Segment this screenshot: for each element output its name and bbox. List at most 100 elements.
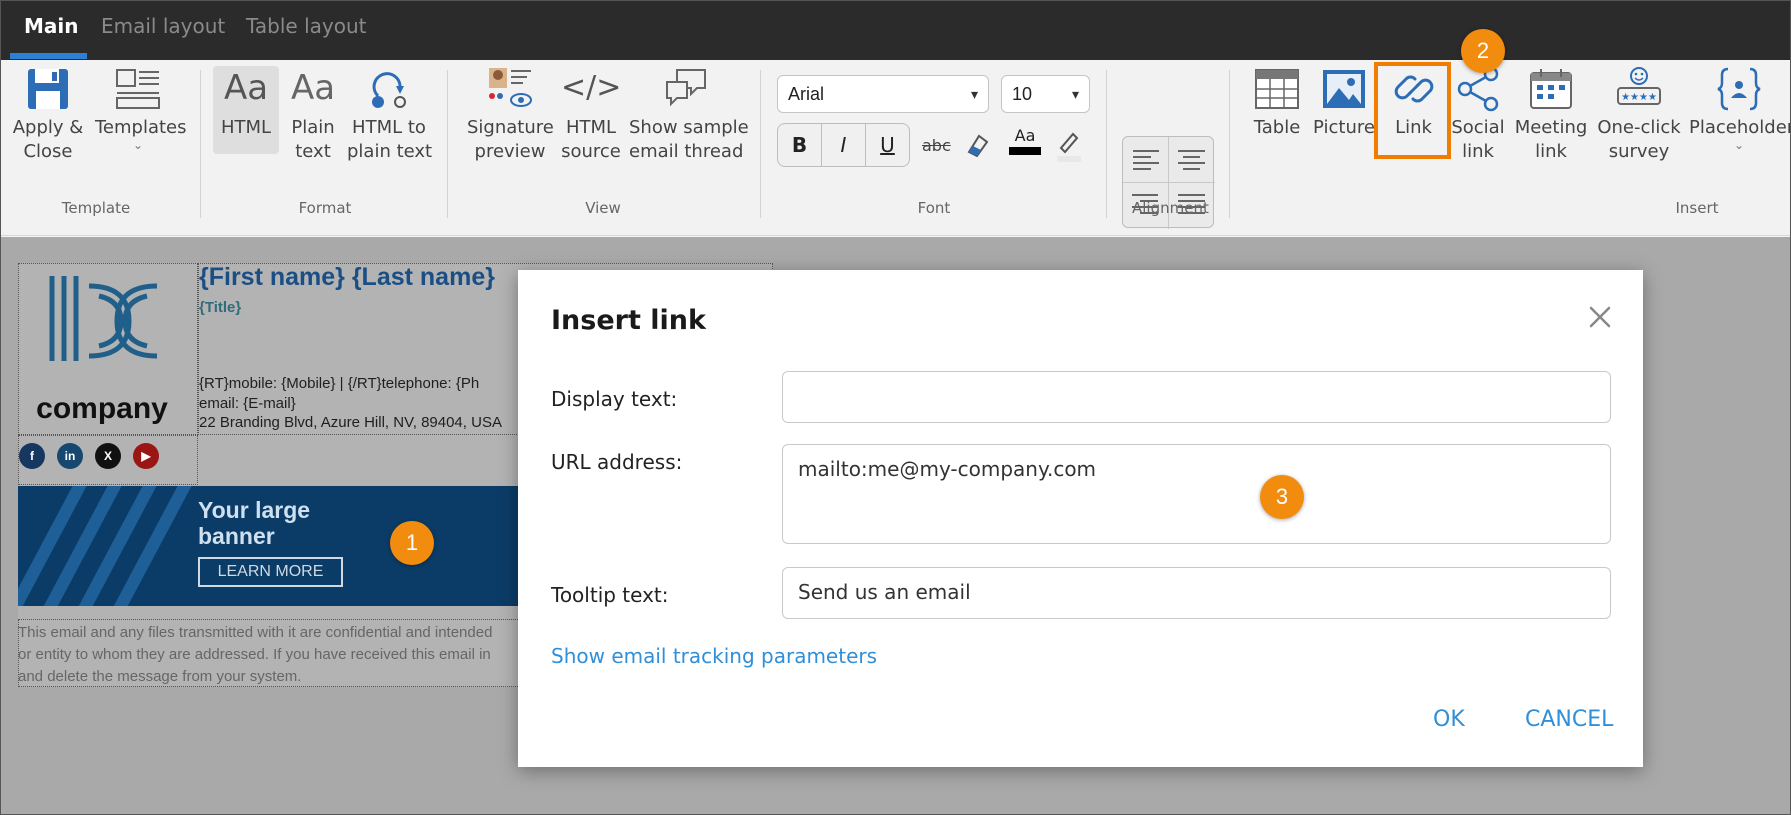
align-center-icon[interactable] bbox=[1169, 137, 1214, 182]
apply-close-button[interactable]: Apply & Close bbox=[9, 66, 87, 164]
insert-meeting-link-label: Meeting link bbox=[1514, 117, 1588, 162]
youtube-icon: ▶ bbox=[133, 443, 159, 469]
font-color-icon: Aa bbox=[1014, 126, 1036, 145]
share-icon bbox=[1457, 66, 1499, 112]
bold-button[interactable]: B bbox=[777, 123, 822, 167]
insert-table-button[interactable]: Table bbox=[1249, 66, 1305, 140]
banner-learn-more-button: LEARN MORE bbox=[198, 557, 343, 587]
tab-main[interactable]: Main bbox=[24, 14, 79, 38]
signature-address-line: 22 Branding Blvd, Azure Hill, NV, 89404,… bbox=[199, 414, 502, 431]
highlight-color-icon[interactable] bbox=[1055, 130, 1081, 162]
insert-placeholder-label: Placeholder bbox=[1689, 117, 1791, 138]
insert-one-click-survey-button[interactable]: ★★★★ One-click survey bbox=[1595, 66, 1683, 164]
active-tab-indicator bbox=[10, 53, 87, 59]
signature-editor-window: Main Email layout Table layout Apply & C… bbox=[0, 0, 1791, 815]
show-tracking-parameters-link[interactable]: Show email tracking parameters bbox=[551, 644, 877, 668]
tab-bar: Main Email layout Table layout bbox=[1, 1, 1790, 60]
insert-social-link-button[interactable]: Social link bbox=[1451, 66, 1505, 164]
font-size-value: 10 bbox=[1012, 84, 1033, 104]
insert-placeholder-button[interactable]: Placeholder ⌄ bbox=[1689, 66, 1791, 151]
table-icon bbox=[1255, 69, 1299, 109]
clear-format-icon[interactable] bbox=[965, 132, 991, 160]
signature-preview-button[interactable]: Signature preview bbox=[467, 66, 554, 164]
placeholder-icon bbox=[1717, 67, 1761, 111]
insert-one-click-survey-label: One-click survey bbox=[1597, 117, 1681, 162]
convert-icon bbox=[372, 72, 406, 108]
callout-badge-2: 2 bbox=[1461, 29, 1505, 73]
callout-badge-1: 1 bbox=[390, 521, 434, 565]
strikethrough-button[interactable]: abc bbox=[922, 136, 951, 155]
group-separator bbox=[1106, 70, 1107, 218]
save-icon bbox=[28, 69, 68, 109]
html-source-label: HTML source bbox=[561, 117, 621, 162]
font-size-select[interactable]: 10 ▾ bbox=[1001, 75, 1090, 113]
plain-text-format-button[interactable]: Aa Plain text bbox=[283, 66, 343, 164]
ok-button[interactable]: OK bbox=[1433, 707, 1465, 732]
signature-title: {Title} bbox=[199, 299, 242, 316]
insert-picture-button[interactable]: Picture bbox=[1313, 66, 1375, 140]
align-left-icon[interactable] bbox=[1123, 137, 1168, 182]
svg-text:★★★★: ★★★★ bbox=[1621, 92, 1657, 103]
insert-table-label: Table bbox=[1253, 117, 1301, 138]
plain-text-label: Plain text bbox=[291, 117, 335, 162]
tab-email-layout[interactable]: Email layout bbox=[101, 14, 225, 38]
signature-phone-line: {RT}mobile: {Mobile} | {/RT}telephone: {… bbox=[199, 375, 480, 392]
group-label-template: Template bbox=[61, 199, 131, 217]
facebook-icon: f bbox=[19, 443, 45, 469]
html-to-plain-text-button[interactable]: HTML to plain text bbox=[347, 66, 432, 164]
url-address-input[interactable]: mailto:me@my-company.com bbox=[782, 444, 1611, 544]
ribbon: Apply & Close Templates ⌄ Template Aa HT… bbox=[1, 60, 1791, 236]
html-format-button[interactable]: Aa HTML bbox=[213, 66, 279, 154]
font-color-swatch bbox=[1009, 147, 1041, 155]
apply-close-label: Apply & Close bbox=[12, 117, 84, 162]
group-separator bbox=[1229, 70, 1230, 218]
html-format-label: HTML bbox=[220, 117, 272, 138]
display-text-input[interactable] bbox=[782, 371, 1611, 423]
templates-icon bbox=[116, 69, 160, 109]
show-sample-thread-button[interactable]: Show sample email thread bbox=[629, 66, 749, 164]
chevron-down-icon: ▾ bbox=[970, 86, 978, 102]
chat-bubbles-icon bbox=[666, 69, 706, 107]
group-separator bbox=[447, 70, 448, 218]
italic-button[interactable]: I bbox=[821, 123, 866, 167]
chevron-down-icon: ⌄ bbox=[132, 138, 144, 152]
insert-link-dialog: Insert link Display text: URL address: m… bbox=[518, 270, 1643, 767]
signature-disclaimer: This email and any files transmitted wit… bbox=[18, 624, 493, 685]
templates-dropdown-button[interactable]: Templates ⌄ bbox=[95, 66, 187, 152]
tooltip-text-input[interactable]: Send us an email bbox=[782, 567, 1611, 619]
insert-meeting-link-button[interactable]: Meeting link bbox=[1513, 66, 1589, 164]
survey-icon: ★★★★ bbox=[1617, 67, 1661, 105]
link-button-highlight bbox=[1374, 62, 1451, 159]
group-label-insert: Insert bbox=[1675, 199, 1719, 217]
group-label-font: Font bbox=[917, 199, 951, 217]
font-family-select[interactable]: Arial ▾ bbox=[777, 75, 989, 113]
close-icon[interactable] bbox=[1583, 300, 1617, 334]
calendar-icon bbox=[1530, 69, 1572, 109]
underline-button[interactable]: U bbox=[865, 123, 910, 167]
linkedin-icon: in bbox=[57, 443, 83, 469]
templates-label: Templates bbox=[95, 117, 187, 138]
picture-icon bbox=[1323, 70, 1365, 108]
tooltip-text-label: Tooltip text: bbox=[551, 583, 669, 607]
signature-preview-icon bbox=[489, 68, 532, 107]
html-format-icon: Aa bbox=[223, 68, 269, 108]
font-family-value: Arial bbox=[788, 84, 825, 104]
signature-preview-label: Signature preview bbox=[467, 117, 554, 162]
font-color-button[interactable]: Aa bbox=[1009, 126, 1041, 155]
plain-text-icon: Aa bbox=[290, 68, 336, 108]
code-icon: </> bbox=[561, 70, 622, 105]
group-label-view: View bbox=[585, 199, 621, 217]
display-text-label: Display text: bbox=[551, 387, 678, 411]
cancel-button[interactable]: CANCEL bbox=[1525, 707, 1613, 732]
logo-text: company bbox=[36, 392, 168, 425]
group-label-alignment: Alignment bbox=[1132, 199, 1209, 217]
tab-table-layout[interactable]: Table layout bbox=[246, 14, 366, 38]
url-address-label: URL address: bbox=[551, 450, 683, 474]
html-source-button[interactable]: </> HTML source bbox=[561, 66, 621, 164]
group-separator bbox=[200, 70, 201, 218]
group-label-format: Format bbox=[298, 199, 352, 217]
group-separator bbox=[760, 70, 761, 218]
signature-name: {First name} {Last name} bbox=[199, 263, 495, 291]
signature-email-line: email: {E-mail} bbox=[199, 395, 296, 412]
insert-social-link-label: Social link bbox=[1451, 117, 1505, 162]
